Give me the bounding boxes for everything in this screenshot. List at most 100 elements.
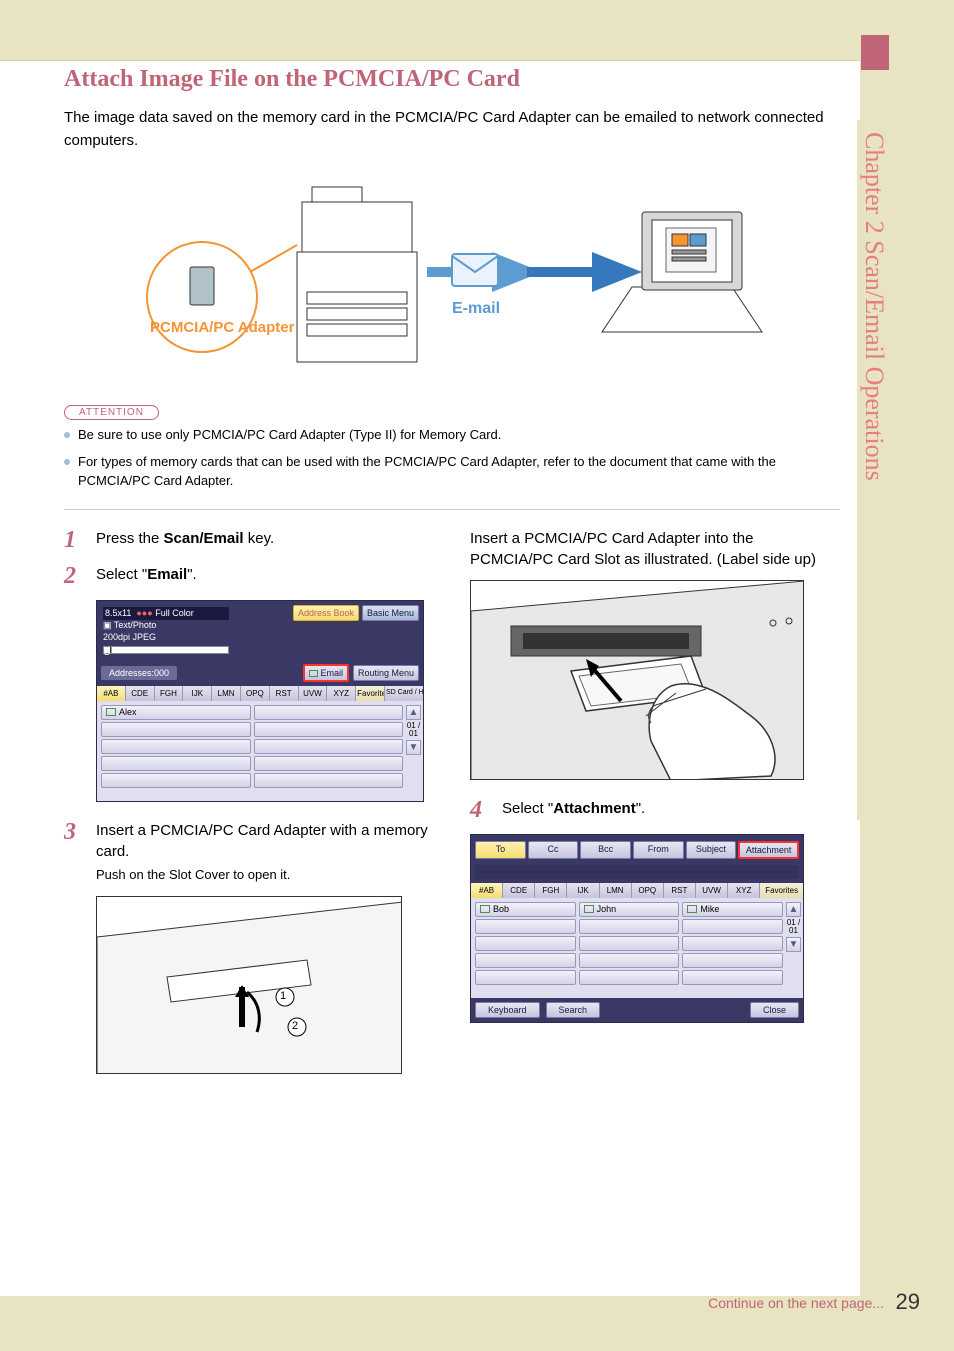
alpha-tab[interactable]: IJK xyxy=(183,686,212,701)
alpha-tabs: #AB CDE FGH IJK LMN OPQ RST UVW XYZ Favo… xyxy=(471,883,803,898)
routing-menu-button[interactable]: Routing Menu xyxy=(353,665,419,681)
alpha-tab[interactable]: #AB xyxy=(97,686,126,701)
scroll-down-icon[interactable]: ▼ xyxy=(786,937,801,952)
attention-item: Be sure to use only PCMCIA/PC Card Adapt… xyxy=(64,426,840,445)
email-icon xyxy=(480,905,490,913)
contact-entry[interactable]: Mike xyxy=(682,902,783,917)
step-text: Select "Attachment". xyxy=(502,798,645,822)
contact-entry-empty[interactable] xyxy=(254,739,404,754)
step-number: 1 xyxy=(64,528,84,552)
divider xyxy=(64,509,840,510)
page-content: Attach Image File on the PCMCIA/PC Card … xyxy=(64,66,840,1092)
alpha-tab[interactable]: FGH xyxy=(155,686,184,701)
email-icon xyxy=(584,905,594,913)
step-number: 3 xyxy=(64,820,84,884)
alpha-tab[interactable]: OPQ xyxy=(632,883,664,898)
step-subtext: Push on the Slot Cover to open it. xyxy=(96,866,434,884)
scroll-down-icon[interactable]: ▼ xyxy=(406,740,421,755)
favorites-tab[interactable]: Favorites xyxy=(356,686,385,701)
scroll-up-icon[interactable]: ▲ xyxy=(406,705,421,720)
contact-entry-empty[interactable] xyxy=(101,756,251,771)
contact-entry-empty[interactable] xyxy=(101,739,251,754)
touchscreen-email-select: 8.5x11 ●●● Full Color ▣ Text/Photo 200dp… xyxy=(96,600,424,802)
chapter-color-tab xyxy=(861,35,889,70)
contact-entry-empty[interactable] xyxy=(475,953,576,968)
alpha-tab[interactable]: LMN xyxy=(212,686,241,701)
alpha-tab[interactable]: XYZ xyxy=(728,883,760,898)
alpha-tab[interactable]: CDE xyxy=(126,686,155,701)
email-flow-label: E-mail xyxy=(452,300,500,318)
contact-entry-empty[interactable] xyxy=(682,936,783,951)
address-count: Addresses:000 xyxy=(101,666,177,680)
keyboard-button[interactable]: Keyboard xyxy=(475,1002,540,1018)
contact-entry-empty[interactable] xyxy=(579,970,680,985)
alpha-tab[interactable]: FGH xyxy=(535,883,567,898)
attachment-field-button[interactable]: Attachment xyxy=(738,841,799,859)
subject-field-button[interactable]: Subject xyxy=(686,841,737,859)
alpha-tabs: #AB CDE FGH IJK LMN OPQ RST UVW XYZ Favo… xyxy=(97,686,423,701)
contact-entry-empty[interactable] xyxy=(579,919,680,934)
contact-entry-empty[interactable] xyxy=(475,936,576,951)
left-column: 1 Press the Scan/Email key. 2 Select "Em… xyxy=(64,528,434,1092)
contact-entry-empty[interactable] xyxy=(101,773,251,788)
to-field-button[interactable]: To xyxy=(475,841,526,859)
step-2: 2 Select "Email". xyxy=(64,564,434,588)
callout-marker: 1 xyxy=(280,990,286,1002)
alpha-tab[interactable]: LMN xyxy=(600,883,632,898)
sd-hdd-tab[interactable]: SD Card / Hard Drive xyxy=(385,686,423,701)
workflow-diagram: PCMCIA/PC Adapter E-mail xyxy=(132,172,772,372)
step-number: 4 xyxy=(470,798,490,822)
contact-entry[interactable]: Bob xyxy=(475,902,576,917)
contact-entry-empty[interactable] xyxy=(682,970,783,985)
section-title: Attach Image File on the PCMCIA/PC Card xyxy=(64,66,840,93)
attention-badge: ATTENTION xyxy=(64,405,159,420)
intro-paragraph: The image data saved on the memory card … xyxy=(64,107,840,152)
contact-entry-empty[interactable] xyxy=(579,936,680,951)
contact-entry[interactable]: John xyxy=(579,902,680,917)
from-field-button[interactable]: From xyxy=(633,841,684,859)
address-book-button[interactable]: Address Book xyxy=(293,605,359,621)
favorites-tab[interactable]: Favorites xyxy=(760,883,803,898)
alpha-tab[interactable]: OPQ xyxy=(241,686,270,701)
step-number: 2 xyxy=(64,564,84,588)
attention-item: For types of memory cards that can be us… xyxy=(64,453,840,491)
scroll-up-icon[interactable]: ▲ xyxy=(786,902,801,917)
contact-entry-empty[interactable] xyxy=(475,919,576,934)
slot-cover-illustration: 1 2 xyxy=(96,896,402,1074)
step-text: Insert a PCMCIA/PC Card Adapter with a m… xyxy=(96,820,434,884)
bcc-field-button[interactable]: Bcc xyxy=(580,841,631,859)
contact-entry[interactable]: Alex xyxy=(101,705,251,720)
alpha-tab[interactable]: #AB xyxy=(471,883,503,898)
contact-entry-empty[interactable] xyxy=(682,953,783,968)
email-icon xyxy=(687,905,697,913)
contact-entry-empty[interactable] xyxy=(254,773,404,788)
alpha-tab[interactable]: IJK xyxy=(567,883,599,898)
contact-entry-empty[interactable] xyxy=(254,722,404,737)
alpha-tab[interactable]: UVW xyxy=(696,883,728,898)
alpha-tab[interactable]: UVW xyxy=(299,686,328,701)
step-text: Press the Scan/Email key. xyxy=(96,528,274,552)
page-number: 29 xyxy=(896,1289,920,1315)
contact-entry-empty[interactable] xyxy=(254,705,404,720)
continue-note: Continue on the next page... xyxy=(708,1295,884,1311)
contact-entry-empty[interactable] xyxy=(101,722,251,737)
page-counter: 01 / 01 xyxy=(786,919,801,935)
search-button[interactable]: Search xyxy=(546,1002,601,1018)
contact-entry-empty[interactable] xyxy=(475,970,576,985)
basic-menu-button[interactable]: Basic Menu xyxy=(362,605,419,621)
attention-list: Be sure to use only PCMCIA/PC Card Adapt… xyxy=(64,426,840,491)
alpha-tab[interactable]: RST xyxy=(270,686,299,701)
two-column-layout: 1 Press the Scan/Email key. 2 Select "Em… xyxy=(64,528,840,1092)
alpha-tab[interactable]: CDE xyxy=(503,883,535,898)
email-button[interactable]: Email xyxy=(303,664,349,682)
cc-field-button[interactable]: Cc xyxy=(528,841,579,859)
close-button[interactable]: Close xyxy=(750,1002,799,1018)
contact-entry-empty[interactable] xyxy=(682,919,783,934)
alpha-tab[interactable]: RST xyxy=(664,883,696,898)
scan-settings-panel: 8.5x11 ●●● Full Color ▣ Text/Photo 200dp… xyxy=(101,605,231,656)
contact-entry-empty[interactable] xyxy=(254,756,404,771)
contact-entry-empty[interactable] xyxy=(579,953,680,968)
alpha-tab[interactable]: XYZ xyxy=(327,686,356,701)
step-text: Select "Email". xyxy=(96,564,197,588)
page-counter: 01 / 01 xyxy=(406,722,421,738)
